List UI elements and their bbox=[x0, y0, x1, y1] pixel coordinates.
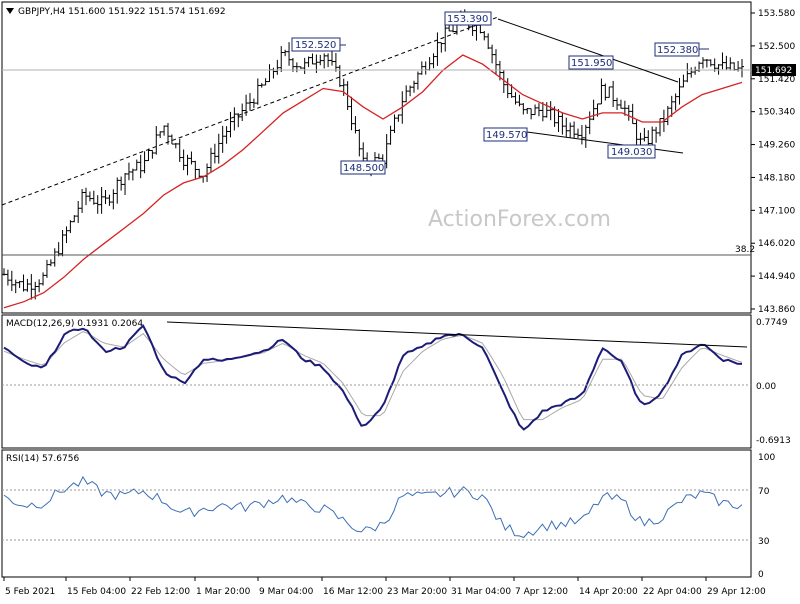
x-tick-label: 7 Apr 12:00 bbox=[515, 587, 568, 597]
current-price-badge: 151.692 bbox=[752, 64, 796, 76]
svg-text:148.500: 148.500 bbox=[343, 163, 384, 174]
svg-text:149.030: 149.030 bbox=[611, 147, 652, 158]
rsi-tick-0: 0 bbox=[758, 570, 764, 580]
price-y-tick: 152.500 bbox=[758, 42, 795, 52]
chart-svg: ActionForex.com 38.2 152.520 148.500 153… bbox=[1, 1, 796, 597]
x-tick-label: 22 Feb 12:00 bbox=[131, 587, 190, 597]
x-tick-label: 23 Mar 20:00 bbox=[387, 587, 447, 597]
price-y-tick: 153.580 bbox=[758, 9, 795, 19]
x-tick-label: 16 Mar 12:00 bbox=[323, 587, 383, 597]
macd-panel-frame bbox=[1, 314, 752, 449]
current-price-text: 151.692 bbox=[755, 66, 792, 76]
price-y-tick: 146.020 bbox=[758, 239, 795, 249]
x-tick-label: 31 Mar 04:00 bbox=[451, 587, 511, 597]
rsi-tick-70: 70 bbox=[758, 487, 770, 497]
x-axis: 5 Feb 2021 15 Feb 04:00 22 Feb 12:00 1 Mar … bbox=[3, 577, 766, 597]
macd-tick-top: 0.7749 bbox=[756, 318, 788, 328]
x-tick-label: 5 Feb 2021 bbox=[5, 587, 55, 597]
x-tick-label: 14 Apr 20:00 bbox=[579, 587, 638, 597]
price-y-tick: 147.100 bbox=[758, 206, 795, 216]
price-y-tick: 144.940 bbox=[758, 272, 795, 282]
rsi-tick-30: 30 bbox=[758, 537, 770, 547]
watermark-text: ActionForex.com bbox=[428, 207, 611, 232]
svg-text:149.570: 149.570 bbox=[486, 130, 527, 141]
price-y-tick: 148.180 bbox=[758, 173, 795, 183]
x-tick-label: 29 Apr 12:00 bbox=[707, 587, 766, 597]
callout-151950: 151.950 bbox=[568, 55, 614, 70]
callout-149030: 149.030 bbox=[607, 144, 656, 159]
price-y-tick: 150.340 bbox=[758, 108, 795, 118]
svg-text:152.380: 152.380 bbox=[657, 45, 698, 56]
x-tick-label: 15 Feb 04:00 bbox=[67, 587, 126, 597]
macd-tick-bottom: -0.6913 bbox=[756, 436, 791, 446]
callout-148500: 148.500 bbox=[340, 160, 386, 175]
price-y-tick: 149.260 bbox=[758, 141, 795, 151]
price-y-tick: 143.860 bbox=[758, 305, 795, 315]
x-tick-label: 1 Mar 20:00 bbox=[196, 587, 251, 597]
price-header-text: GBPJPY,H4 151.600 151.922 151.574 151.69… bbox=[18, 7, 226, 17]
svg-text:151.950: 151.950 bbox=[571, 58, 612, 69]
callout-153390: 153.390 bbox=[444, 11, 492, 26]
rsi-panel-frame bbox=[1, 449, 752, 578]
callout-149570: 149.570 bbox=[483, 127, 528, 142]
fib-38-label: 38.2 bbox=[735, 245, 755, 255]
price-y-axis: 153.580 152.500 151.420 150.340 149.260 148.1… bbox=[751, 9, 795, 315]
x-tick-label: 9 Mar 04:00 bbox=[259, 587, 314, 597]
price-header: GBPJPY,H4 151.600 151.922 151.574 151.69… bbox=[6, 7, 226, 17]
gbpjpy-chart: ActionForex.com 38.2 152.520 148.500 153… bbox=[0, 0, 800, 600]
price-y-tick: 151.420 bbox=[758, 75, 795, 85]
macd-header: MACD(12,26,9) 0.1931 0.2064 bbox=[6, 319, 143, 329]
svg-text:152.520: 152.520 bbox=[295, 40, 336, 51]
callout-152520: 152.520 bbox=[291, 37, 346, 52]
rsi-header: RSI(14) 57.6756 bbox=[6, 454, 79, 464]
macd-tick-zero: 0.00 bbox=[756, 382, 776, 392]
rsi-tick-100: 100 bbox=[758, 453, 775, 463]
x-tick-label: 22 Apr 04:00 bbox=[643, 587, 702, 597]
svg-text:153.390: 153.390 bbox=[447, 14, 488, 25]
